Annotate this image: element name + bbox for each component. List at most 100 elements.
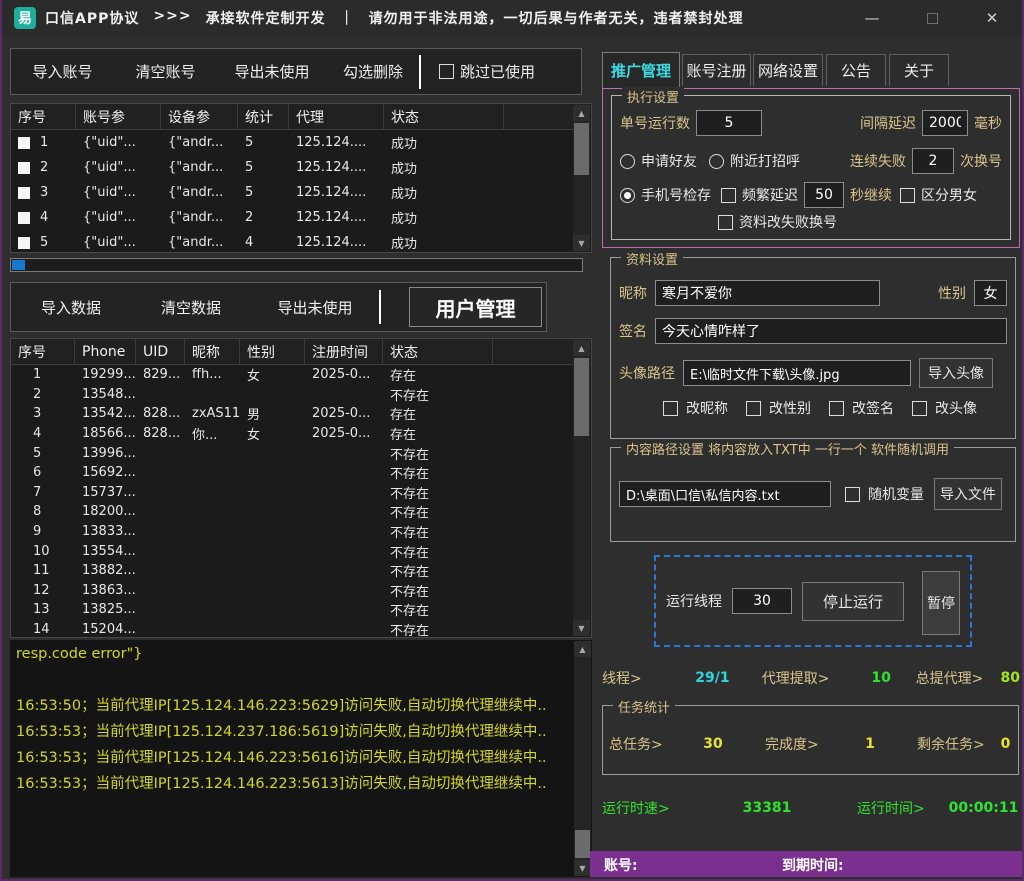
apply-friend-label: 申请好友 [641,151,697,171]
col-header[interactable]: 状态 [384,104,504,129]
close-button[interactable]: ✕ [962,0,1022,36]
account-table-row[interactable]: 1{"uid"...{"andr...5125.124....成功 [11,130,573,155]
col-header[interactable]: 序号 [11,104,76,129]
user-table-row[interactable]: 1213863...不存在 [11,581,573,601]
random-var-checkbox[interactable] [845,487,860,502]
maximize-button[interactable] [902,0,962,36]
per-account-input[interactable] [696,110,762,136]
tab-register[interactable]: 账号注册 [682,54,751,86]
row-checkbox[interactable] [18,187,30,199]
tab-promotion[interactable]: 推广管理 [602,52,680,88]
content-path-input[interactable] [619,481,831,507]
log-scrollbar[interactable]: ▲ ▼ [574,641,591,876]
user-table-scrollbar[interactable]: ▲ ▼ [573,340,590,636]
clear-data-button[interactable]: 清空数据 [131,297,251,318]
col-header[interactable]: 状态 [383,339,493,364]
user-table-row[interactable]: 513996...不存在 [11,443,573,463]
proxy-fetch-label: 代理提取> [762,668,847,688]
profile-fail-checkbox[interactable] [718,215,733,230]
log-output[interactable]: resp.code error"}16:53:50；当前代理IP[125.124… [16,644,570,875]
tab-network[interactable]: 网络设置 [753,54,823,86]
user-table-row[interactable]: 213548...不存在 [11,385,573,405]
count-cell: 2 [238,210,289,225]
change-sign-checkbox[interactable] [829,401,844,416]
scrollbar-thumb[interactable] [575,830,590,858]
user-table-row[interactable]: 1313825...不存在 [11,600,573,620]
gender-split-checkbox[interactable] [900,188,915,203]
col-header[interactable]: 注册时间 [305,339,383,364]
user-table-row[interactable]: 615692...不存在 [11,463,573,483]
freq-delay-checkbox[interactable] [721,188,736,203]
user-table-row[interactable]: 913833...不存在 [11,522,573,542]
nickname-input[interactable] [655,280,880,306]
scroll-down-icon[interactable]: ▼ [573,620,590,636]
col-header[interactable]: 代理 [289,104,384,129]
scroll-down-icon[interactable]: ▼ [573,235,590,251]
tab-notice[interactable]: 公告 [826,54,886,86]
account-table-row[interactable]: 2{"uid"...{"andr...5125.124....成功 [11,155,573,180]
row-checkbox[interactable] [18,237,30,249]
run-controls-inner: 运行线程 停止运行 [666,557,962,645]
import-data-button[interactable]: 导入数据 [11,297,131,318]
user-table-row[interactable]: 715737...不存在 [11,483,573,503]
skip-used-checkbox[interactable] [439,64,454,79]
change-nick-checkbox[interactable] [663,401,678,416]
change-avatar-checkbox[interactable] [912,401,927,416]
row-checkbox[interactable] [18,137,30,149]
phone-check-radio[interactable] [620,188,635,203]
col-header[interactable]: UID [136,339,185,364]
clear-accounts-button[interactable]: 清空账号 [114,61,217,82]
freq-delay-input[interactable] [804,182,844,208]
scroll-up-icon[interactable]: ▲ [573,340,590,356]
signature-input[interactable] [655,318,1007,344]
perf-row: 运行时速> 33381 运行时间> 00:00:11 [602,798,1020,818]
col-header[interactable]: Phone [75,339,136,364]
account-table-scrollbar[interactable]: ▲ ▼ [573,105,590,251]
row-checkbox[interactable] [18,212,30,224]
import-file-button[interactable]: 导入文件 [934,478,1002,510]
user-table-row[interactable]: 1013554...不存在 [11,541,573,561]
user-table-row[interactable]: 119299...829...ffh...女2025-0...存在 [11,365,573,385]
user-table-row[interactable]: 1113882...不存在 [11,561,573,581]
tab-about[interactable]: 关于 [889,54,949,86]
account-table-row[interactable]: 5{"uid"...{"andr...4125.124....成功 [11,230,573,252]
avatar-path-input[interactable] [683,360,911,386]
user-management-button[interactable]: 用户管理 [409,287,542,327]
pause-button[interactable]: 暂停 [922,571,960,635]
change-gender-checkbox[interactable] [746,401,761,416]
col-header[interactable]: 设备参 [161,104,238,129]
user-table-row[interactable]: 313542...828...zxAS11男2025-0...存在 [11,404,573,424]
export-unused-data-button[interactable]: 导出未使用 [251,297,379,318]
account-table-row[interactable]: 4{"uid"...{"andr...2125.124....成功 [11,205,573,230]
status-cell: 成功 [384,208,504,227]
fail-input[interactable] [912,148,954,174]
user-table-row[interactable]: 1415204...不存在 [11,620,573,637]
col-header[interactable]: 账号参 [76,104,161,129]
export-unused-accounts-button[interactable]: 导出未使用 [217,61,327,82]
thread-count-input[interactable] [732,588,792,614]
row-checkbox[interactable] [18,162,30,174]
interval-input[interactable] [922,110,968,136]
scroll-up-icon[interactable]: ▲ [574,641,591,657]
user-table-row[interactable]: 818200...不存在 [11,502,573,522]
import-avatar-button[interactable]: 导入头像 [919,358,993,388]
scrollbar-thumb[interactable] [574,358,589,436]
scrollbar-thumb[interactable] [574,123,589,175]
import-accounts-button[interactable]: 导入账号 [11,61,114,82]
avatar-path-label: 头像路径 [619,363,675,383]
account-table-row[interactable]: 3{"uid"...{"andr...5125.124....成功 [11,180,573,205]
gender-input[interactable] [974,280,1007,306]
col-header[interactable]: 统计 [238,104,289,129]
stop-run-button[interactable]: 停止运行 [802,582,904,621]
scroll-up-icon[interactable]: ▲ [573,105,590,121]
col-header[interactable]: 序号 [11,339,75,364]
nearby-greet-radio[interactable] [709,154,724,169]
col-header[interactable]: 性别 [240,339,305,364]
minimize-button[interactable]: — [842,0,902,36]
apply-friend-radio[interactable] [620,154,635,169]
user-table-row[interactable]: 418566...828...你...女2025-0...存在 [11,424,573,444]
scroll-down-icon[interactable]: ▼ [574,860,591,876]
progress-bar-fill [12,260,25,270]
col-header[interactable]: 昵称 [185,339,240,364]
delete-checked-button[interactable]: 勾选删除 [327,61,419,82]
